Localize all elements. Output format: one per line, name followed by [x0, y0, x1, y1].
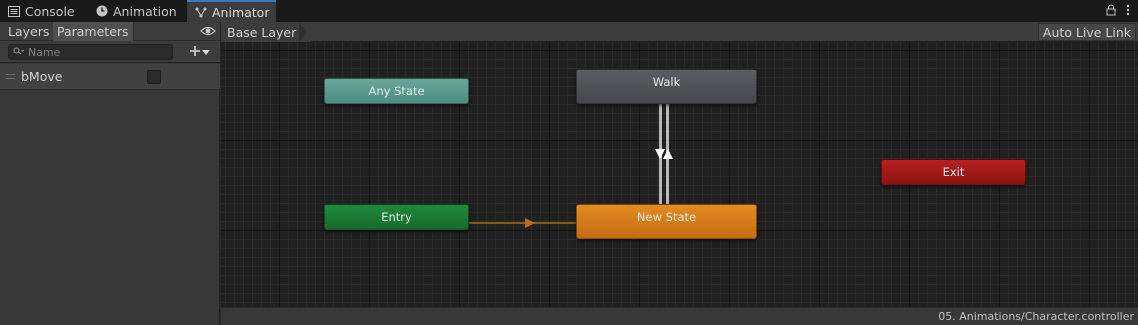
parameters-panel: Layers Parameters bMove — [0, 22, 220, 325]
state-exit[interactable]: Exit — [881, 159, 1026, 185]
parameter-bool-checkbox[interactable] — [147, 70, 161, 84]
breadcrumb-base-layer[interactable]: Base Layer — [227, 25, 296, 40]
tab-animation-label: Animation — [113, 3, 177, 19]
status-bar: 05. Animations/Character.controller — [221, 307, 1138, 325]
state-new-state[interactable]: New State — [576, 204, 757, 239]
state-walk[interactable]: Walk — [576, 69, 757, 104]
more-options-icon[interactable] — [1126, 4, 1130, 19]
search-box[interactable] — [8, 44, 173, 60]
state-entry[interactable]: Entry — [324, 204, 469, 230]
state-any-state[interactable]: Any State — [324, 78, 469, 104]
dropdown-arrow-icon — [202, 45, 210, 59]
add-parameter-button[interactable] — [189, 44, 217, 60]
transition-arrow-down — [655, 149, 665, 159]
tab-layers[interactable]: Layers — [4, 22, 55, 41]
transition-arrow-entry — [525, 218, 535, 228]
panel-tab-header: Layers Parameters — [0, 22, 220, 41]
search-icon — [13, 45, 25, 59]
tab-console-label: Console — [25, 3, 75, 19]
breadcrumb[interactable]: Base Layer — [221, 22, 311, 42]
parameter-name[interactable]: bMove — [21, 69, 62, 84]
eye-icon[interactable] — [200, 24, 216, 38]
parameter-row[interactable]: bMove — [0, 64, 220, 90]
lock-icon[interactable] — [1106, 4, 1116, 19]
tab-console[interactable]: Console — [0, 0, 83, 22]
animator-icon — [195, 6, 207, 18]
animation-clock-icon — [96, 5, 108, 17]
graph-toolbar: Base Layer Auto Live Link — [221, 22, 1138, 42]
tab-animator[interactable]: Animator — [187, 0, 276, 22]
drag-handle-icon[interactable] — [6, 74, 15, 79]
controller-path: 05. Animations/Character.controller — [938, 310, 1134, 323]
search-input[interactable] — [28, 45, 168, 59]
tab-animator-label: Animator — [212, 4, 270, 20]
plus-icon — [189, 45, 201, 60]
tab-parameters[interactable]: Parameters — [53, 22, 134, 41]
tab-animation[interactable]: Animation — [88, 0, 185, 22]
window-tab-bar: Console Animation Animator — [0, 0, 1138, 22]
breadcrumb-separator — [299, 22, 307, 42]
auto-live-link-button[interactable]: Auto Live Link — [1037, 23, 1136, 41]
console-icon — [8, 5, 20, 17]
parameter-search-row — [0, 41, 220, 63]
state-machine-graph[interactable]: Any State Walk Exit Entry New State — [221, 42, 1138, 307]
transition-arrow-up — [663, 149, 673, 159]
window-controls — [1106, 0, 1130, 22]
